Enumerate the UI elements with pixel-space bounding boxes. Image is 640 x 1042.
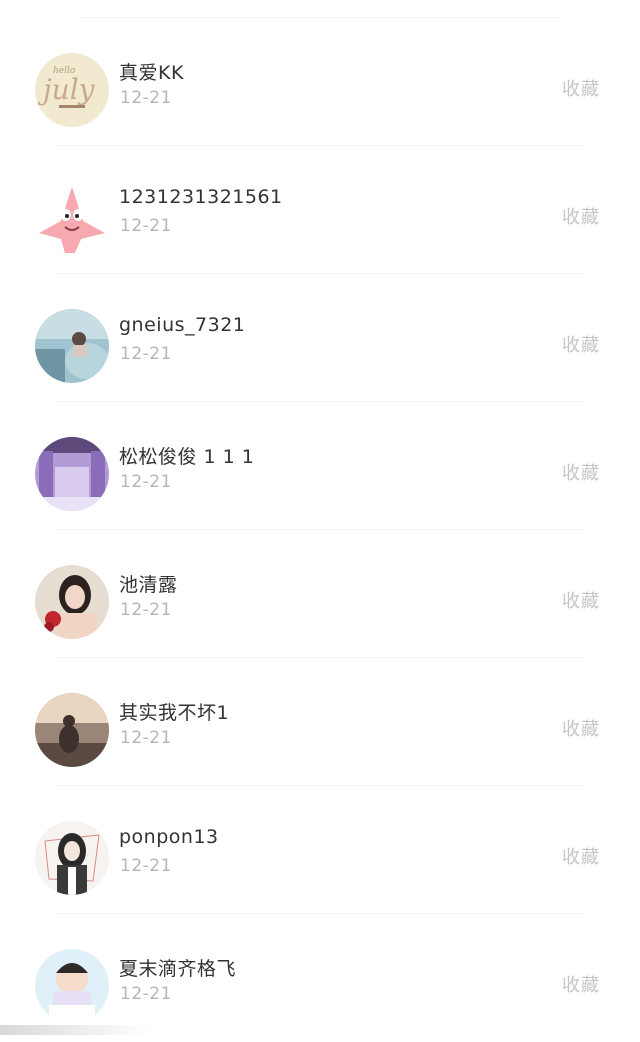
favorite-button[interactable]: 收藏	[562, 971, 600, 997]
favorite-button[interactable]: 收藏	[562, 331, 600, 357]
scroll-shadow	[0, 1025, 150, 1035]
child-with-sign-avatar-icon	[35, 949, 109, 1023]
avatar[interactable]	[35, 309, 109, 383]
date-label: 12-21	[120, 728, 172, 748]
username: ponpon13	[119, 826, 219, 848]
date-label: 12-21	[120, 216, 172, 236]
username: 池清露	[119, 574, 178, 596]
favorite-button[interactable]: 收藏	[562, 75, 600, 101]
girl-with-rose-avatar-icon	[35, 565, 109, 639]
list-item[interactable]: 其实我不坏1 12-21 收藏	[0, 658, 640, 786]
favorite-button[interactable]: 收藏	[562, 587, 600, 613]
hello-july-text-avatar-icon: hello july	[35, 53, 109, 127]
favorite-button[interactable]: 收藏	[562, 459, 600, 485]
username: 真爱KK	[119, 62, 184, 84]
avatar[interactable]	[35, 949, 109, 1023]
avatar[interactable]	[35, 821, 109, 895]
anime-girl-drawing-avatar-icon	[35, 821, 109, 895]
list-item[interactable]: 夏末滴齐格飞 12-21 收藏	[0, 914, 640, 1042]
list-item[interactable]: hello july 真爱KK 12-21 收藏	[0, 18, 640, 146]
blue-scenery-photo-avatar-icon	[35, 309, 109, 383]
favorite-button[interactable]: 收藏	[562, 203, 600, 229]
svg-text:july: july	[37, 73, 96, 106]
username: 1231231321561	[119, 186, 283, 208]
user-list: hello july 真爱KK 12-21 收藏 1231231321561 1…	[0, 0, 640, 1035]
list-item[interactable]: 1231231321561 12-21 收藏	[0, 146, 640, 274]
avatar[interactable]	[35, 565, 109, 639]
list-item[interactable]: gneius_7321 12-21 收藏	[0, 274, 640, 402]
favorite-button[interactable]: 收藏	[562, 715, 600, 741]
date-label: 12-21	[120, 600, 172, 620]
date-label: 12-21	[120, 856, 172, 876]
date-label: 12-21	[120, 984, 172, 1004]
list-item[interactable]: 松松俊俊 1 1 1 12-21 收藏	[0, 402, 640, 530]
list-item[interactable]: 池清露 12-21 收藏	[0, 530, 640, 658]
avatar[interactable]	[35, 437, 109, 511]
avatar[interactable]: hello july	[35, 53, 109, 127]
username: 夏末滴齐格飞	[119, 958, 237, 980]
list-item[interactable]: ponpon13 12-21 收藏	[0, 786, 640, 914]
purple-stage-curtain-avatar-icon	[35, 437, 109, 511]
username: 其实我不坏1	[119, 702, 230, 724]
username: gneius_7321	[119, 314, 246, 336]
username: 松松俊俊 1 1 1	[119, 446, 255, 468]
favorite-button[interactable]: 收藏	[562, 843, 600, 869]
date-label: 12-21	[120, 344, 172, 364]
avatar[interactable]	[35, 693, 109, 767]
seaside-sunset-silhouette-avatar-icon	[35, 693, 109, 767]
pink-starfish-cartoon-avatar-icon	[35, 181, 109, 255]
date-label: 12-21	[120, 472, 172, 492]
avatar[interactable]	[35, 181, 109, 255]
date-label: 12-21	[120, 88, 172, 108]
